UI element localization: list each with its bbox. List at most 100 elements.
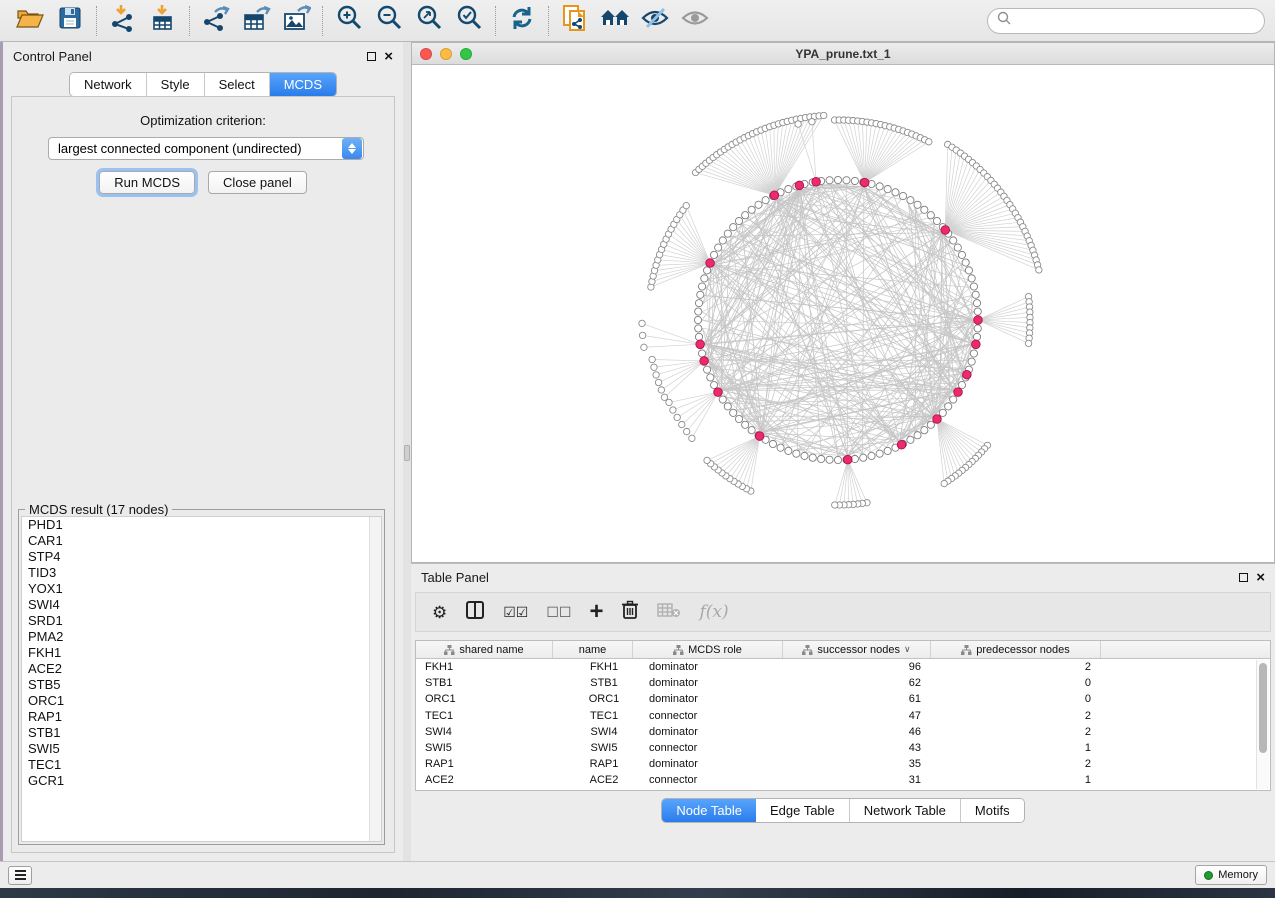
network-node[interactable] (851, 177, 858, 184)
network-node[interactable] (950, 237, 957, 244)
mcds-result-item[interactable]: GCR1 (22, 773, 381, 789)
table-cell[interactable]: FKH1 (416, 661, 553, 673)
network-node[interactable] (698, 350, 705, 357)
mcds-result-item[interactable]: TEC1 (22, 757, 381, 773)
network-node[interactable] (939, 409, 946, 416)
network-window-titlebar[interactable]: YPA_prune.txt_1 (412, 43, 1274, 65)
network-canvas[interactable] (412, 65, 1274, 562)
open-file-button[interactable] (10, 4, 50, 38)
table-cell[interactable]: 2 (931, 710, 1101, 722)
network-leaf-node[interactable] (661, 394, 667, 400)
column-header-name[interactable]: name (553, 641, 633, 658)
network-node[interactable] (972, 291, 979, 298)
search-box[interactable] (987, 8, 1265, 34)
table-cell[interactable]: 62 (783, 677, 931, 689)
network-node[interactable] (793, 450, 800, 457)
table-cell[interactable]: 1 (931, 774, 1101, 786)
table-cell[interactable]: 2 (931, 661, 1101, 673)
mcds-node[interactable] (963, 370, 972, 379)
network-node[interactable] (695, 333, 702, 340)
export-image-button[interactable] (276, 4, 316, 38)
network-leaf-node[interactable] (1036, 267, 1042, 273)
mcds-result-item[interactable]: SRD1 (22, 613, 381, 629)
split-columns-icon[interactable] (465, 600, 485, 625)
export-table-button[interactable] (236, 4, 276, 38)
table-row[interactable]: RAP1RAP1dominator352 (416, 756, 1270, 772)
table-cell[interactable]: 2 (931, 758, 1101, 770)
mcds-node[interactable] (706, 259, 715, 268)
network-node[interactable] (973, 300, 980, 307)
close-table-panel-icon[interactable]: × (1256, 570, 1265, 585)
import-network-button[interactable] (103, 4, 143, 38)
table-cell[interactable]: TEC1 (416, 710, 553, 722)
network-node[interactable] (742, 421, 749, 428)
network-node[interactable] (899, 192, 906, 199)
network-node[interactable] (954, 244, 961, 251)
mcds-result-list[interactable]: PHD1CAR1STP4TID3YOX1SWI4SRD1PMA2FKH1ACE2… (21, 516, 382, 842)
network-leaf-node[interactable] (670, 407, 676, 413)
table-scrollbar[interactable] (1256, 660, 1269, 789)
select-all-checks-icon[interactable]: ☑☑ (503, 605, 528, 619)
table-cell[interactable]: 0 (931, 693, 1101, 705)
mcds-node[interactable] (795, 181, 804, 190)
mcds-node[interactable] (897, 440, 906, 449)
network-node[interactable] (809, 454, 816, 461)
network-leaf-node[interactable] (683, 202, 689, 208)
network-node[interactable] (724, 230, 731, 237)
network-node[interactable] (892, 189, 899, 196)
network-node[interactable] (698, 283, 705, 290)
network-leaf-node[interactable] (641, 344, 647, 350)
show-all-button[interactable] (675, 4, 715, 38)
network-node[interactable] (694, 316, 701, 323)
zoom-in-button[interactable] (329, 4, 369, 38)
network-node[interactable] (703, 366, 710, 373)
deselect-checks-icon[interactable]: ☐☐ (546, 605, 571, 619)
float-panel-icon[interactable] (367, 52, 376, 61)
tab-select[interactable]: Select (205, 73, 270, 96)
network-node[interactable] (762, 197, 769, 204)
network-leaf-node[interactable] (809, 119, 815, 125)
network-node[interactable] (927, 421, 934, 428)
network-node[interactable] (785, 447, 792, 454)
mcds-node[interactable] (696, 340, 705, 349)
network-leaf-node[interactable] (649, 356, 655, 362)
column-header-MCDS-role[interactable]: MCDS role (633, 641, 783, 658)
memory-button[interactable]: Memory (1195, 865, 1267, 885)
network-node[interactable] (876, 450, 883, 457)
network-node[interactable] (974, 308, 981, 315)
table-cell[interactable]: RAP1 (553, 758, 633, 770)
save-session-button[interactable] (50, 4, 90, 38)
network-node[interactable] (914, 201, 921, 208)
network-node[interactable] (974, 325, 981, 332)
network-node[interactable] (730, 409, 737, 416)
zoom-fit-button[interactable] (409, 4, 449, 38)
panel-splitter[interactable] (403, 42, 411, 861)
table-cell[interactable]: SWI4 (416, 726, 553, 738)
mcds-node[interactable] (700, 357, 709, 366)
mcds-result-item[interactable]: PHD1 (22, 517, 381, 533)
network-graph[interactable] (412, 65, 1274, 562)
table-cell[interactable]: TEC1 (553, 710, 633, 722)
mcds-result-item[interactable]: TID3 (22, 565, 381, 581)
table-row[interactable]: STB1STB1dominator620 (416, 675, 1270, 691)
network-leaf-node[interactable] (704, 457, 710, 463)
table-cell[interactable]: ACE2 (416, 774, 553, 786)
table-cell[interactable]: connector (633, 742, 783, 754)
mcds-result-item[interactable]: SWI5 (22, 741, 381, 757)
tab-network[interactable]: Network (70, 73, 147, 96)
table-cell[interactable]: 1 (931, 742, 1101, 754)
criterion-dropdown[interactable]: largest connected component (undirected) (48, 137, 364, 160)
network-node[interactable] (701, 275, 708, 282)
table-row[interactable]: ORC1ORC1dominator610 (416, 691, 1270, 707)
first-neighbors-button[interactable] (595, 4, 635, 38)
network-node[interactable] (970, 283, 977, 290)
network-node[interactable] (719, 396, 726, 403)
table-cell[interactable]: dominator (633, 726, 783, 738)
mcds-result-item[interactable]: CAR1 (22, 533, 381, 549)
float-table-panel-icon[interactable] (1239, 573, 1248, 582)
table-cell[interactable]: FKH1 (553, 661, 633, 673)
search-input[interactable] (1012, 14, 1256, 28)
zoom-out-button[interactable] (369, 4, 409, 38)
network-node[interactable] (818, 455, 825, 462)
delete-column-icon[interactable] (621, 600, 639, 625)
